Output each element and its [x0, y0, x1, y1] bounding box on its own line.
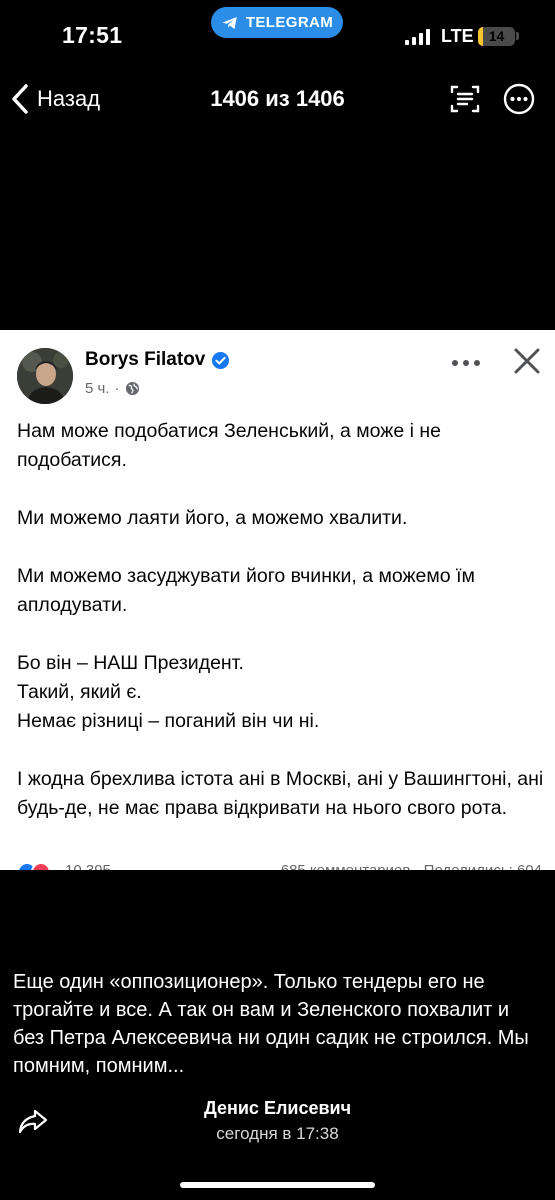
post-line: Немає різниці – поганий він чи ні. — [17, 710, 320, 732]
text-recognition-icon[interactable] — [448, 82, 482, 116]
reactions-count: 10 395 — [65, 862, 111, 870]
more-circle-icon[interactable] — [502, 82, 536, 116]
post-meta: 5 ч. · — [85, 380, 140, 397]
media-caption[interactable]: Еще один «оппозиционер». Только тендеры … — [13, 968, 543, 1080]
post-engagement-bar: 10 395 685 комментариев · Поделились: 60… — [17, 862, 542, 870]
facebook-post-image: Borys Filatov 5 ч. · Нам може подобатися… — [0, 330, 555, 870]
post-time: 5 ч. — [85, 380, 110, 397]
network-type: LTE — [441, 26, 474, 46]
sender-name[interactable]: Денис Елисевич — [0, 1098, 555, 1119]
post-body: Нам може подобатися Зеленський, а може і… — [17, 417, 547, 823]
status-time: 17:51 — [62, 22, 123, 48]
post-paragraph: Ми можемо лаяти його, а можемо хвалити. — [17, 507, 408, 529]
battery-cap — [516, 32, 519, 40]
close-icon[interactable] — [513, 347, 541, 375]
battery-percent: 14 — [488, 28, 505, 44]
telegram-icon — [222, 16, 237, 29]
viewer-nav-bar: Назад 1406 из 1406 — [0, 76, 555, 122]
comments-shares-count: 685 комментариев · Поделились: 604 — [281, 862, 542, 870]
globe-icon — [125, 381, 139, 396]
author-name: Borys Filatov — [85, 349, 206, 370]
post-paragraph: Ми можемо засуджувати його вчинки, а мож… — [17, 565, 475, 616]
post-line: Такий, який є. — [17, 681, 142, 703]
meta-separator: · — [114, 380, 120, 397]
telegram-pill-label: TELEGRAM — [245, 14, 334, 31]
cellular-signal-icon — [405, 29, 430, 45]
verified-badge-icon — [212, 351, 230, 369]
post-author[interactable]: Borys Filatov — [85, 349, 230, 371]
love-reaction-icon — [31, 862, 51, 870]
status-bar: 17:51 TELEGRAM LTE 14 — [0, 0, 555, 60]
avatar — [17, 348, 73, 404]
post-line: Бо він – НАШ Президент. — [17, 652, 244, 674]
post-paragraph: І жодна брехлива істота ані в Москві, ан… — [17, 768, 544, 819]
message-time: сегодня в 17:38 — [216, 1124, 339, 1143]
reaction-icons — [17, 862, 51, 870]
more-dots-icon[interactable] — [451, 358, 481, 368]
home-indicator[interactable] — [180, 1182, 375, 1188]
battery-icon: 14 — [478, 27, 515, 46]
telegram-return-pill[interactable]: TELEGRAM — [211, 7, 343, 38]
post-paragraph: Нам може подобатися Зеленський, а може і… — [17, 420, 441, 471]
